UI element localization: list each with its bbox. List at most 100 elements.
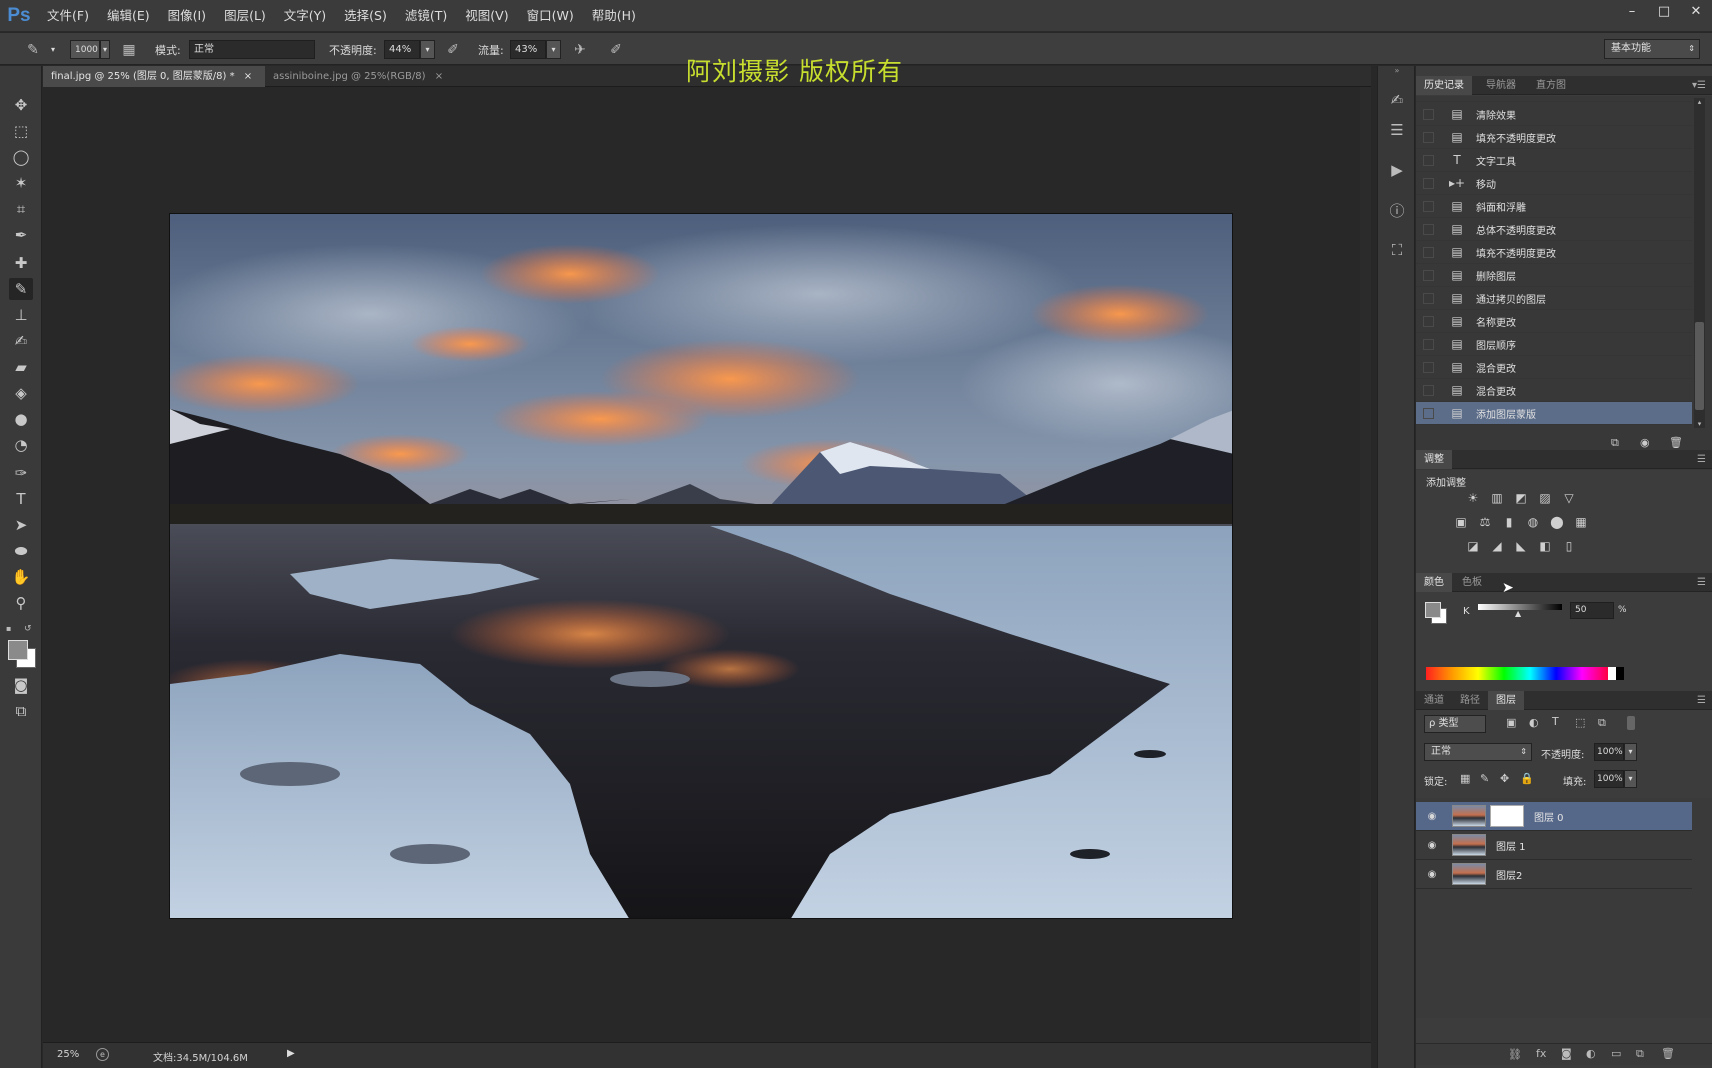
- history-brush-source-checkbox[interactable]: [1423, 131, 1434, 143]
- tab-final-jpg[interactable]: final.jpg @ 25% (图层 0, 图层蒙版/8) * ×: [43, 66, 265, 87]
- history-brush-tool-icon[interactable]: ✍: [9, 330, 33, 352]
- history-brush-source-checkbox[interactable]: [1423, 223, 1434, 235]
- flow-dropdown-icon[interactable]: ▾: [546, 40, 561, 59]
- tool-preset-dropdown-icon[interactable]: ▾: [48, 40, 58, 59]
- menu-file[interactable]: 文件(F): [38, 0, 98, 32]
- canvas-vertical-scrollbar[interactable]: [1360, 87, 1371, 1042]
- quick-mask-icon[interactable]: ◙: [9, 674, 33, 696]
- maximize-button[interactable]: □: [1648, 0, 1680, 22]
- visibility-eye-icon[interactable]: ◉: [1424, 811, 1440, 822]
- tab-color[interactable]: 颜色: [1416, 573, 1452, 592]
- pressure-opacity-icon[interactable]: ✐: [444, 41, 462, 59]
- new-layer-icon[interactable]: ⧉: [1636, 1047, 1644, 1061]
- adjustments-panel-menu-icon[interactable]: ☰: [1697, 450, 1706, 469]
- fill-dropdown-icon[interactable]: ▾: [1624, 770, 1637, 788]
- type-tool-icon[interactable]: T: [9, 488, 33, 510]
- history-brush-source-checkbox[interactable]: [1423, 315, 1434, 327]
- layer-thumbnail[interactable]: [1452, 805, 1486, 827]
- healing-brush-tool-icon[interactable]: ✚: [9, 252, 33, 274]
- lock-position-icon[interactable]: ✥: [1500, 772, 1509, 785]
- history-item[interactable]: ▤ 通过拷贝的图层: [1416, 287, 1692, 310]
- history-item[interactable]: ▤ 删除图层: [1416, 264, 1692, 287]
- layer-filter-kind-select[interactable]: ρ 类型: [1424, 715, 1486, 733]
- new-doc-from-state-icon[interactable]: ⧉: [1611, 436, 1619, 450]
- history-item[interactable]: ▤ 混合更改: [1416, 379, 1692, 402]
- history-brush-source-checkbox[interactable]: [1423, 384, 1434, 396]
- menu-window[interactable]: 窗口(W): [518, 0, 583, 32]
- history-brush-source-checkbox[interactable]: [1423, 200, 1434, 212]
- history-item[interactable]: ▤ 斜面和浮雕: [1416, 195, 1692, 218]
- history-item[interactable]: ▤ 总体不透明度更改: [1416, 218, 1692, 241]
- swap-colors-icon[interactable]: ↺: [24, 624, 36, 634]
- fill-input[interactable]: 100%: [1594, 770, 1624, 788]
- color-lookup-icon[interactable]: ▦: [1572, 514, 1590, 530]
- blend-mode-select[interactable]: 正常 ⇕: [1424, 743, 1532, 761]
- vibrance-icon[interactable]: ▽: [1560, 490, 1578, 506]
- delete-layer-icon[interactable]: 🗑: [1661, 1047, 1675, 1060]
- history-item[interactable]: ▤ 添加图层蒙版: [1416, 402, 1692, 425]
- layers-panel-menu-icon[interactable]: ☰: [1697, 691, 1706, 710]
- tab-paths[interactable]: 路径: [1452, 691, 1488, 710]
- menu-edit[interactable]: 编辑(E): [98, 0, 159, 32]
- eraser-tool-icon[interactable]: ▰: [9, 356, 33, 378]
- brush-panel-toggle-icon[interactable]: ▦: [120, 41, 138, 59]
- exposure-icon[interactable]: ▨: [1536, 490, 1554, 506]
- lock-all-icon[interactable]: 🔒: [1520, 772, 1534, 785]
- pen-tool-icon[interactable]: ✑: [9, 462, 33, 484]
- new-adjustment-layer-icon[interactable]: ◐: [1586, 1047, 1596, 1060]
- scroll-down-icon[interactable]: ▾: [1694, 420, 1705, 428]
- history-scroll-thumb[interactable]: [1695, 322, 1704, 410]
- document-canvas-photo[interactable]: [169, 213, 1233, 919]
- move-tool-icon[interactable]: ✥: [9, 94, 33, 116]
- brush-picker-dropdown-icon[interactable]: ▾: [100, 40, 110, 59]
- new-snapshot-icon[interactable]: ◉: [1640, 436, 1650, 449]
- history-item[interactable]: ▤ 名称更改: [1416, 310, 1692, 333]
- close-window-button[interactable]: ✕: [1680, 0, 1712, 22]
- dodge-tool-icon[interactable]: ◔: [9, 434, 33, 456]
- selective-color-icon[interactable]: ◧: [1536, 538, 1554, 554]
- brush-tool-icon[interactable]: ✎: [9, 278, 33, 300]
- menu-select[interactable]: 选择(S): [335, 0, 396, 32]
- info-panel-icon[interactable]: ⓘ: [1387, 200, 1407, 220]
- brush-size-picker[interactable]: 1000: [70, 40, 100, 59]
- menu-filter[interactable]: 滤镜(T): [396, 0, 456, 32]
- tab-assiniboine-close-icon[interactable]: ×: [435, 71, 443, 82]
- add-mask-icon[interactable]: ◙: [1561, 1047, 1572, 1060]
- tab-histogram[interactable]: 直方图: [1528, 76, 1574, 95]
- minimize-button[interactable]: –: [1616, 0, 1648, 22]
- layer-thumbnail[interactable]: [1452, 834, 1486, 856]
- layer-name[interactable]: 图层 0: [1534, 809, 1564, 824]
- status-info-icon[interactable]: e: [96, 1048, 109, 1061]
- layer-opacity-dropdown-icon[interactable]: ▾: [1624, 743, 1637, 761]
- k-value-input[interactable]: 50: [1570, 602, 1614, 619]
- crop-tool-icon[interactable]: ⌗: [9, 198, 33, 220]
- default-colors-icon[interactable]: ▪: [6, 624, 18, 634]
- menu-type[interactable]: 文字(Y): [275, 0, 335, 32]
- pressure-size-icon[interactable]: ✐: [607, 41, 625, 59]
- brightness-contrast-icon[interactable]: ☀: [1464, 490, 1482, 506]
- clone-stamp-tool-icon[interactable]: ⊥: [9, 304, 33, 326]
- lasso-tool-icon[interactable]: ◯: [9, 146, 33, 168]
- photo-filter-icon[interactable]: ◍: [1524, 514, 1542, 530]
- k-slider-thumb-icon[interactable]: ▲: [1515, 609, 1521, 618]
- airbrush-icon[interactable]: ✈: [571, 41, 589, 59]
- tab-history[interactable]: 历史记录: [1416, 76, 1472, 95]
- tab-channels[interactable]: 通道: [1416, 691, 1452, 710]
- ellipse-tool-icon[interactable]: ⬬: [9, 540, 33, 562]
- visibility-eye-icon[interactable]: ◉: [1424, 840, 1440, 851]
- tab-adjustments[interactable]: 调整: [1416, 450, 1452, 469]
- hue-saturation-icon[interactable]: ▣: [1452, 514, 1470, 530]
- screen-mode-icon[interactable]: ⧉: [9, 700, 33, 722]
- history-item[interactable]: ▸+ 移动: [1416, 172, 1692, 195]
- history-brush-source-checkbox[interactable]: [1423, 108, 1434, 120]
- threshold-icon[interactable]: ◣: [1512, 538, 1530, 554]
- menu-image[interactable]: 图像(I): [159, 0, 215, 32]
- mode-select[interactable]: 正常: [189, 40, 315, 59]
- menu-view[interactable]: 视图(V): [456, 0, 517, 32]
- layer-opacity-input[interactable]: 100%: [1594, 743, 1624, 761]
- filter-toggle-switch[interactable]: [1627, 716, 1635, 730]
- workspace-select[interactable]: 基本功能 ⇕: [1604, 39, 1700, 59]
- lock-pixels-icon[interactable]: ✎: [1480, 772, 1489, 785]
- path-selection-tool-icon[interactable]: ➤: [9, 514, 33, 536]
- layer-row[interactable]: ◉ 图层 0: [1416, 802, 1692, 831]
